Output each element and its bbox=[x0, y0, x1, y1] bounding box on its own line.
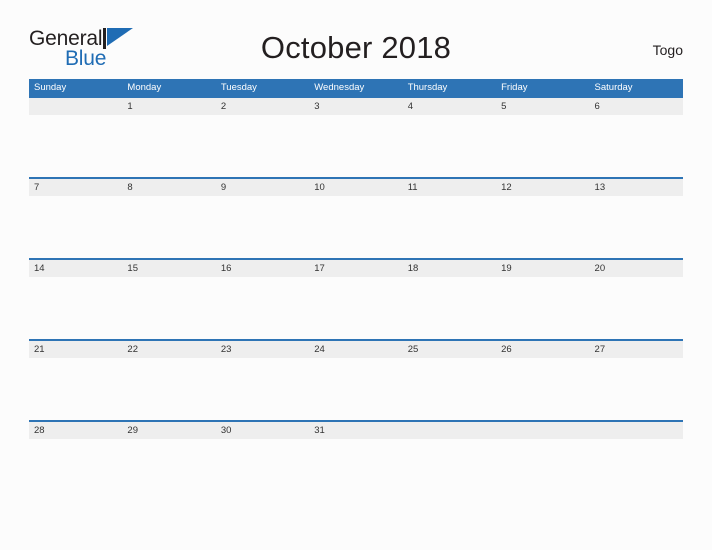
week-event-band bbox=[29, 358, 683, 420]
day-number[interactable]: 19 bbox=[496, 260, 589, 277]
calendar-week-row: 21 22 23 24 25 26 27 bbox=[29, 339, 683, 420]
day-cell[interactable] bbox=[590, 115, 683, 177]
day-number[interactable]: 5 bbox=[496, 98, 589, 115]
day-number[interactable] bbox=[29, 98, 122, 115]
day-cell[interactable] bbox=[122, 358, 215, 420]
day-cell[interactable] bbox=[122, 277, 215, 339]
weekday-header-saturday: Saturday bbox=[594, 82, 633, 93]
day-number[interactable]: 2 bbox=[216, 98, 309, 115]
weekday-header-tuesday: Tuesday bbox=[220, 82, 257, 93]
day-number[interactable]: 10 bbox=[309, 179, 402, 196]
week-date-band: 21 22 23 24 25 26 27 bbox=[29, 341, 683, 358]
day-cell[interactable] bbox=[403, 439, 496, 501]
weekday-header-thursday: Thursday bbox=[407, 82, 448, 93]
weekday-header-wednesday: Wednesday bbox=[314, 82, 365, 93]
day-cell[interactable] bbox=[590, 358, 683, 420]
calendar-week-row: 28 29 30 31 bbox=[29, 420, 683, 501]
country-label: Togo bbox=[652, 42, 683, 58]
day-number[interactable]: 6 bbox=[590, 98, 683, 115]
day-number[interactable]: 3 bbox=[309, 98, 402, 115]
calendar-week-row: 14 15 16 17 18 19 20 bbox=[29, 258, 683, 339]
day-number[interactable]: 14 bbox=[29, 260, 122, 277]
day-cell[interactable] bbox=[309, 277, 402, 339]
weekday-header-friday: Friday bbox=[501, 82, 528, 93]
day-cell[interactable] bbox=[590, 277, 683, 339]
day-cell[interactable] bbox=[122, 439, 215, 501]
weekday-header-monday: Monday bbox=[127, 82, 162, 93]
day-cell[interactable] bbox=[122, 196, 215, 258]
day-number[interactable]: 25 bbox=[403, 341, 496, 358]
page-header: General Blue October 2018 Togo bbox=[0, 0, 712, 76]
day-cell[interactable] bbox=[29, 277, 122, 339]
calendar-week-row: 7 8 9 10 11 12 13 bbox=[29, 177, 683, 258]
day-cell[interactable] bbox=[496, 439, 589, 501]
calendar-week-row: 1 2 3 4 5 6 bbox=[29, 96, 683, 177]
day-number[interactable]: 17 bbox=[309, 260, 402, 277]
day-cell[interactable] bbox=[309, 196, 402, 258]
day-number[interactable]: 15 bbox=[122, 260, 215, 277]
weekday-header-sunday: Sunday bbox=[34, 82, 67, 93]
day-number[interactable]: 27 bbox=[590, 341, 683, 358]
week-event-band bbox=[29, 277, 683, 339]
week-date-band: 1 2 3 4 5 6 bbox=[29, 98, 683, 115]
day-cell[interactable] bbox=[403, 115, 496, 177]
week-event-band bbox=[29, 115, 683, 177]
day-cell[interactable] bbox=[216, 277, 309, 339]
day-cell[interactable] bbox=[216, 115, 309, 177]
week-event-band bbox=[29, 196, 683, 258]
page-title: October 2018 bbox=[260, 30, 452, 65]
week-date-band: 7 8 9 10 11 12 13 bbox=[29, 179, 683, 196]
day-number[interactable] bbox=[590, 422, 683, 439]
day-cell[interactable] bbox=[309, 115, 402, 177]
day-number[interactable] bbox=[403, 422, 496, 439]
day-number[interactable]: 26 bbox=[496, 341, 589, 358]
day-number[interactable]: 21 bbox=[29, 341, 122, 358]
day-cell[interactable] bbox=[496, 277, 589, 339]
day-cell[interactable] bbox=[122, 115, 215, 177]
week-event-band bbox=[29, 439, 683, 501]
day-cell[interactable] bbox=[496, 115, 589, 177]
day-cell[interactable] bbox=[216, 358, 309, 420]
day-cell[interactable] bbox=[403, 358, 496, 420]
day-number[interactable]: 16 bbox=[216, 260, 309, 277]
day-number[interactable]: 24 bbox=[309, 341, 402, 358]
calendar-page: General Blue October 2018 Togo Sunday Mo… bbox=[0, 0, 712, 550]
day-cell[interactable] bbox=[590, 196, 683, 258]
day-number[interactable]: 23 bbox=[216, 341, 309, 358]
day-cell[interactable] bbox=[29, 196, 122, 258]
day-number[interactable]: 1 bbox=[122, 98, 215, 115]
day-cell[interactable] bbox=[29, 439, 122, 501]
week-date-band: 28 29 30 31 bbox=[29, 422, 683, 439]
day-cell[interactable] bbox=[29, 358, 122, 420]
day-number[interactable]: 28 bbox=[29, 422, 122, 439]
day-cell[interactable] bbox=[590, 439, 683, 501]
day-number[interactable]: 20 bbox=[590, 260, 683, 277]
day-number[interactable]: 9 bbox=[216, 179, 309, 196]
day-number[interactable]: 29 bbox=[122, 422, 215, 439]
week-date-band: 14 15 16 17 18 19 20 bbox=[29, 260, 683, 277]
day-number[interactable]: 7 bbox=[29, 179, 122, 196]
day-number[interactable]: 13 bbox=[590, 179, 683, 196]
day-number[interactable]: 11 bbox=[403, 179, 496, 196]
day-number[interactable]: 22 bbox=[122, 341, 215, 358]
day-number[interactable]: 8 bbox=[122, 179, 215, 196]
day-number[interactable] bbox=[496, 422, 589, 439]
day-number[interactable]: 18 bbox=[403, 260, 496, 277]
day-cell[interactable] bbox=[216, 196, 309, 258]
day-cell[interactable] bbox=[309, 358, 402, 420]
day-number[interactable]: 12 bbox=[496, 179, 589, 196]
calendar-weekday-header: Sunday Monday Tuesday Wednesday Thursday… bbox=[29, 79, 683, 96]
day-number[interactable]: 31 bbox=[309, 422, 402, 439]
calendar-grid: Sunday Monday Tuesday Wednesday Thursday… bbox=[29, 79, 683, 501]
day-cell[interactable] bbox=[496, 196, 589, 258]
day-cell[interactable] bbox=[496, 358, 589, 420]
day-number[interactable]: 4 bbox=[403, 98, 496, 115]
day-cell[interactable] bbox=[216, 439, 309, 501]
day-cell[interactable] bbox=[309, 439, 402, 501]
day-cell[interactable] bbox=[403, 277, 496, 339]
day-number[interactable]: 30 bbox=[216, 422, 309, 439]
day-cell[interactable] bbox=[403, 196, 496, 258]
day-cell[interactable] bbox=[29, 115, 122, 177]
